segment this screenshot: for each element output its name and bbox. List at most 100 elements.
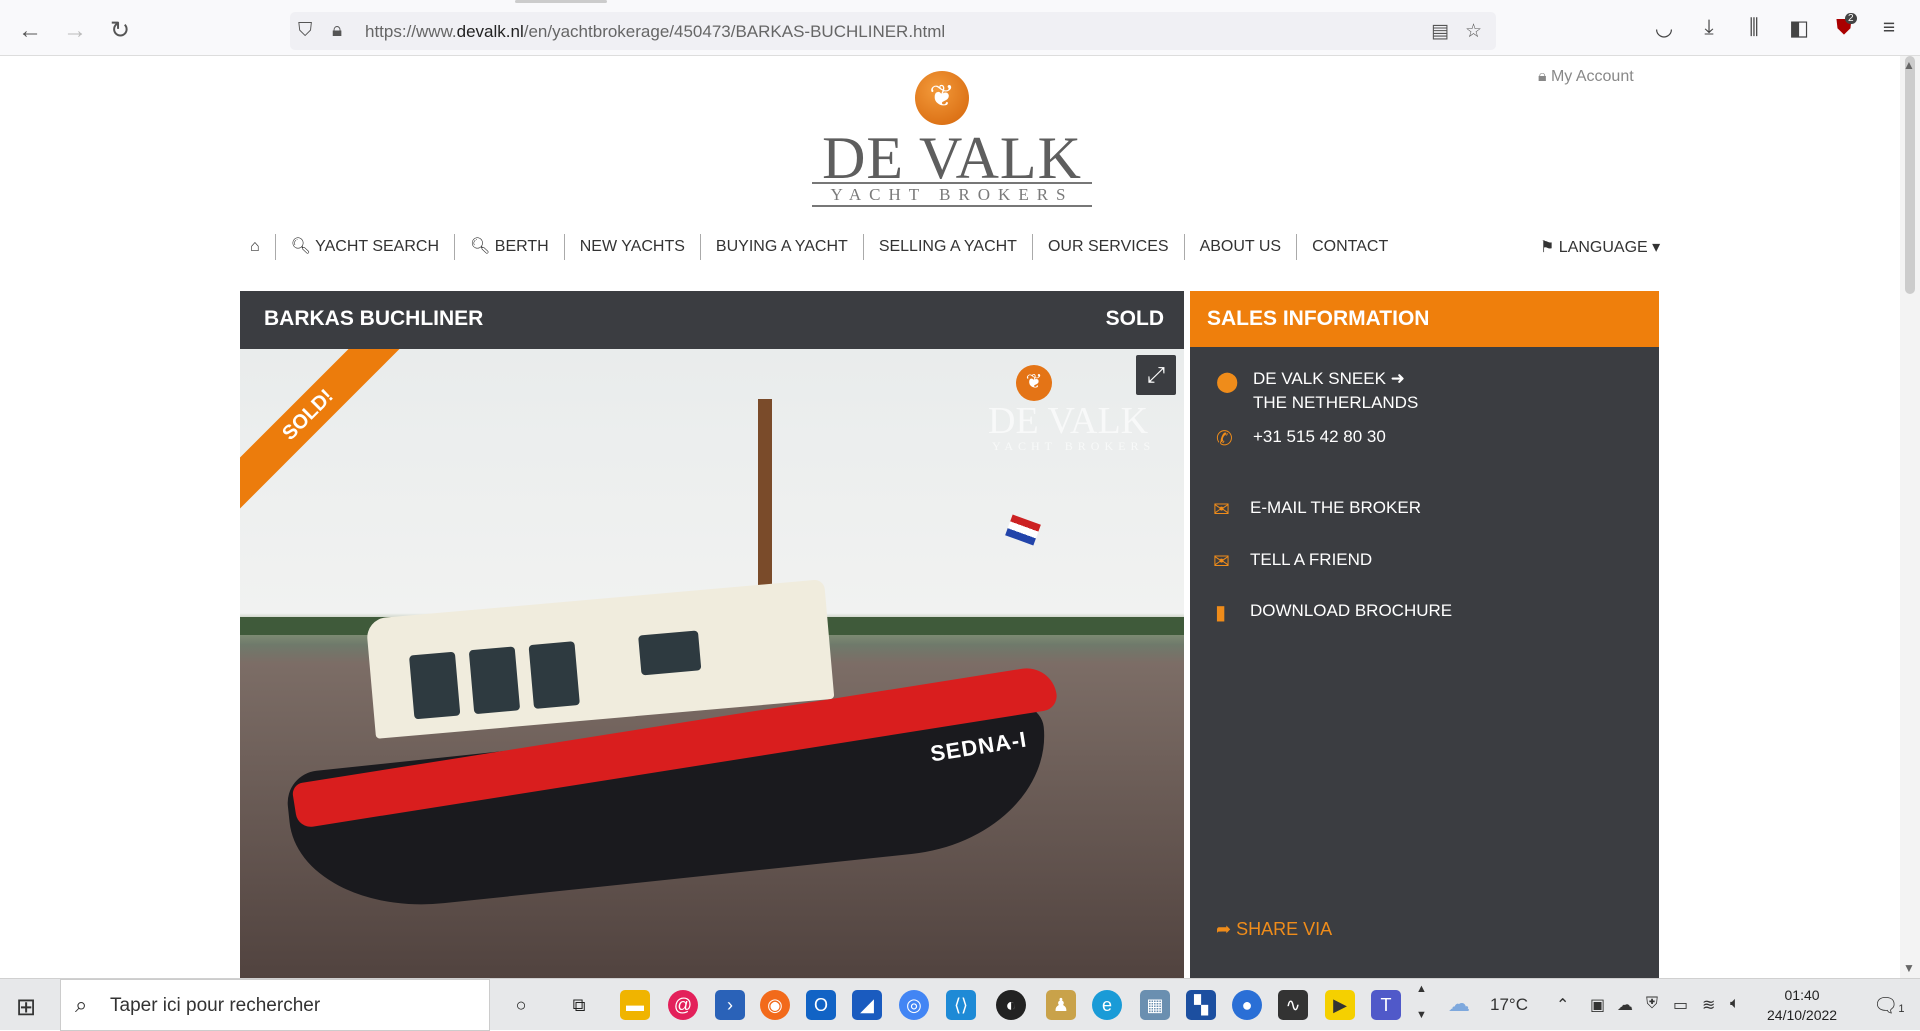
nav-contact[interactable]: CONTACT <box>1296 234 1403 260</box>
onedrive-icon[interactable]: ☁ <box>1617 995 1633 1015</box>
search-placeholder: Taper ici pour rechercher <box>110 995 321 1016</box>
watermark-name: DE VALK <box>988 400 1149 442</box>
sales-info-heading: SALES INFORMATION <box>1190 291 1659 347</box>
windows-taskbar: ⊞ ⌕ Taper ici pour rechercher ○ ⧉ ▬ @ › … <box>0 978 1920 1031</box>
pocket-icon[interactable]: ◡ <box>1650 16 1678 41</box>
main-nav: ⌂ 🔍︎ YACHT SEARCH 🔍︎ BERTH NEW YACHTS BU… <box>240 233 1403 261</box>
clock-time: 01:40 <box>1784 987 1820 1003</box>
notification-center-icon[interactable]: 🗨︎1 <box>1873 993 1905 1018</box>
address-bar[interactable]: ⛉ 🔒︎ https://www.devalk.nl/en/yachtbroke… <box>290 12 1496 50</box>
page-scrollbar[interactable]: ▲ ▼ <box>1900 56 1920 978</box>
fullscreen-expand-icon[interactable]: ⤢ <box>1136 355 1176 395</box>
email-broker-link[interactable]: E-MAIL THE BROKER <box>1250 498 1421 518</box>
scroll-down-icon[interactable]: ▼ <box>1903 961 1915 975</box>
outlook-icon[interactable]: O <box>806 990 836 1020</box>
lock-icon[interactable]: 🔒︎ <box>332 20 342 42</box>
meet-now-icon[interactable]: ▣ <box>1590 995 1605 1015</box>
arrow-circle-icon: ➜ <box>1390 369 1405 388</box>
clock-date: 24/10/2022 <box>1767 1007 1838 1023</box>
linux-app-icon[interactable]: ♟ <box>1046 990 1076 1020</box>
reload-icon[interactable]: ↻ <box>106 17 134 45</box>
watermark-falcon-icon: ❦ <box>1016 365 1052 401</box>
volume-icon[interactable]: 🔈︎ <box>1730 995 1740 1013</box>
vscode-icon[interactable]: ⟨⟩ <box>946 990 976 1020</box>
listing-title-bar: BARKAS BUCHLINER SOLD <box>240 291 1184 349</box>
taskbar-scroll-down-icon[interactable]: ▼ <box>1416 1009 1427 1021</box>
back-icon[interactable]: ← <box>16 17 44 45</box>
reader-view-icon[interactable]: ▤ <box>1431 20 1449 43</box>
envelope-icon: ✉ <box>1213 499 1230 521</box>
chrome-icon[interactable]: ◎ <box>899 990 929 1020</box>
phone-number[interactable]: +31 515 42 80 30 <box>1253 427 1386 447</box>
map-marker-icon: ⬤ <box>1216 371 1239 393</box>
nav-new-yachts[interactable]: NEW YACHTS <box>563 234 700 260</box>
app-sail-icon[interactable]: ◢ <box>852 990 882 1020</box>
teams-icon[interactable]: T <box>1371 990 1401 1020</box>
shield-icon[interactable]: ⛉ <box>298 20 312 42</box>
yacht-photo[interactable]: SEDNA-I SOLD! ❦ DE VALK YACHT BROKERS ⤢ <box>240 349 1184 978</box>
wifi-icon[interactable]: ≋ <box>1702 995 1715 1015</box>
envelope-icon: ✉ <box>1213 551 1230 573</box>
forward-icon[interactable]: → <box>61 17 89 45</box>
app-circle-icon[interactable]: ◐ <box>996 990 1026 1020</box>
menu-icon[interactable]: ≡ <box>1875 16 1903 40</box>
app-network-icon[interactable]: ▚ <box>1186 990 1216 1020</box>
language-dropdown[interactable]: ⚑ LANGUAGE ▾ <box>1540 237 1660 257</box>
web-page: 🔒︎ My Account ❦ DE VALK YACHT BROKERS ⌂ … <box>0 56 1900 978</box>
phone-icon: ✆ <box>1216 428 1233 450</box>
download-brochure-link[interactable]: DOWNLOAD BROCHURE <box>1250 601 1452 621</box>
notification-count: 1 <box>1898 1003 1905 1015</box>
bookmark-star-icon[interactable]: ☆ <box>1465 20 1482 43</box>
search-icon: ⌕ <box>75 992 88 1017</box>
listing-title: BARKAS BUCHLINER <box>264 307 484 330</box>
audio-app-icon[interactable]: ∿ <box>1278 990 1308 1020</box>
scroll-up-icon[interactable]: ▲ <box>1903 58 1915 72</box>
office-link[interactable]: DE VALK SNEEK ➜ <box>1253 369 1405 389</box>
file-explorer-icon[interactable]: ▬ <box>620 990 650 1020</box>
my-account-link[interactable]: 🔒︎ My Account <box>1538 68 1634 86</box>
sales-info-panel: ⬤ DE VALK SNEEK ➜ THE NETHERLANDS ✆ +31 … <box>1190 347 1659 978</box>
powershell-icon[interactable]: › <box>715 990 745 1020</box>
nav-yacht-search[interactable]: 🔍︎ YACHT SEARCH <box>274 234 454 260</box>
system-clock[interactable]: 01:40 24/10/2022 <box>1767 985 1837 1025</box>
scrollbar-thumb[interactable] <box>1905 56 1915 294</box>
app-grid-icon[interactable]: ▦ <box>1140 990 1170 1020</box>
nav-berth[interactable]: 🔍︎ BERTH <box>454 234 564 260</box>
flag-icon: ⚑ <box>1540 239 1555 256</box>
nav-buying-a-yacht[interactable]: BUYING A YACHT <box>699 234 863 260</box>
library-icon[interactable]: ⫼ <box>1740 16 1768 40</box>
dutch-flag <box>1005 514 1041 546</box>
cortana-icon[interactable]: ○ <box>506 990 536 1020</box>
sold-ribbon: SOLD! <box>240 349 413 520</box>
account-label: My Account <box>1550 68 1634 85</box>
security-icon[interactable]: ⛨ <box>1646 995 1658 1013</box>
sidebar-icon[interactable]: ◧ <box>1785 16 1813 41</box>
taskbar-search[interactable]: ⌕ Taper ici pour rechercher <box>60 979 490 1031</box>
player-app-icon[interactable]: ▶ <box>1325 990 1355 1020</box>
edge-icon[interactable]: e <box>1092 990 1122 1020</box>
lock-icon: 🔒︎ <box>1538 68 1547 85</box>
url-text[interactable]: https://www.devalk.nl/en/yachtbrokerage/… <box>365 22 945 42</box>
battery-icon[interactable]: ▭ <box>1673 995 1688 1015</box>
task-view-icon[interactable]: ⧉ <box>564 990 594 1020</box>
extension-badge: 2 <box>1845 13 1857 24</box>
weather-cloud-icon[interactable]: ☁ <box>1448 991 1470 1017</box>
tell-friend-link[interactable]: TELL A FRIEND <box>1250 550 1372 570</box>
tab-indicator <box>515 0 607 3</box>
logo-falcon-icon[interactable]: ❦ <box>915 71 969 125</box>
show-hidden-icons-icon[interactable]: ⌃ <box>1556 995 1569 1015</box>
firefox-icon[interactable]: ◉ <box>760 990 790 1020</box>
weather-temp[interactable]: 17°C <box>1490 995 1528 1015</box>
home-icon[interactable]: ⌂ <box>240 234 275 260</box>
download-icon[interactable]: ⤓ <box>1695 16 1723 40</box>
taskbar-scroll-up-icon[interactable]: ▲ <box>1416 983 1427 995</box>
office-country: THE NETHERLANDS <box>1253 393 1419 412</box>
windows-start-icon[interactable]: ⊞ <box>16 993 36 1022</box>
maps-pin-icon[interactable]: ● <box>1232 990 1262 1020</box>
share-via-link[interactable]: ➦ SHARE VIA <box>1216 919 1332 940</box>
nav-selling-a-yacht[interactable]: SELLING A YACHT <box>862 234 1032 260</box>
nav-our-services[interactable]: OUR SERVICES <box>1031 234 1184 260</box>
app-swirl-icon[interactable]: @ <box>668 990 698 1020</box>
pdf-file-icon: ▮ <box>1215 602 1227 624</box>
nav-about-us[interactable]: ABOUT US <box>1183 234 1297 260</box>
